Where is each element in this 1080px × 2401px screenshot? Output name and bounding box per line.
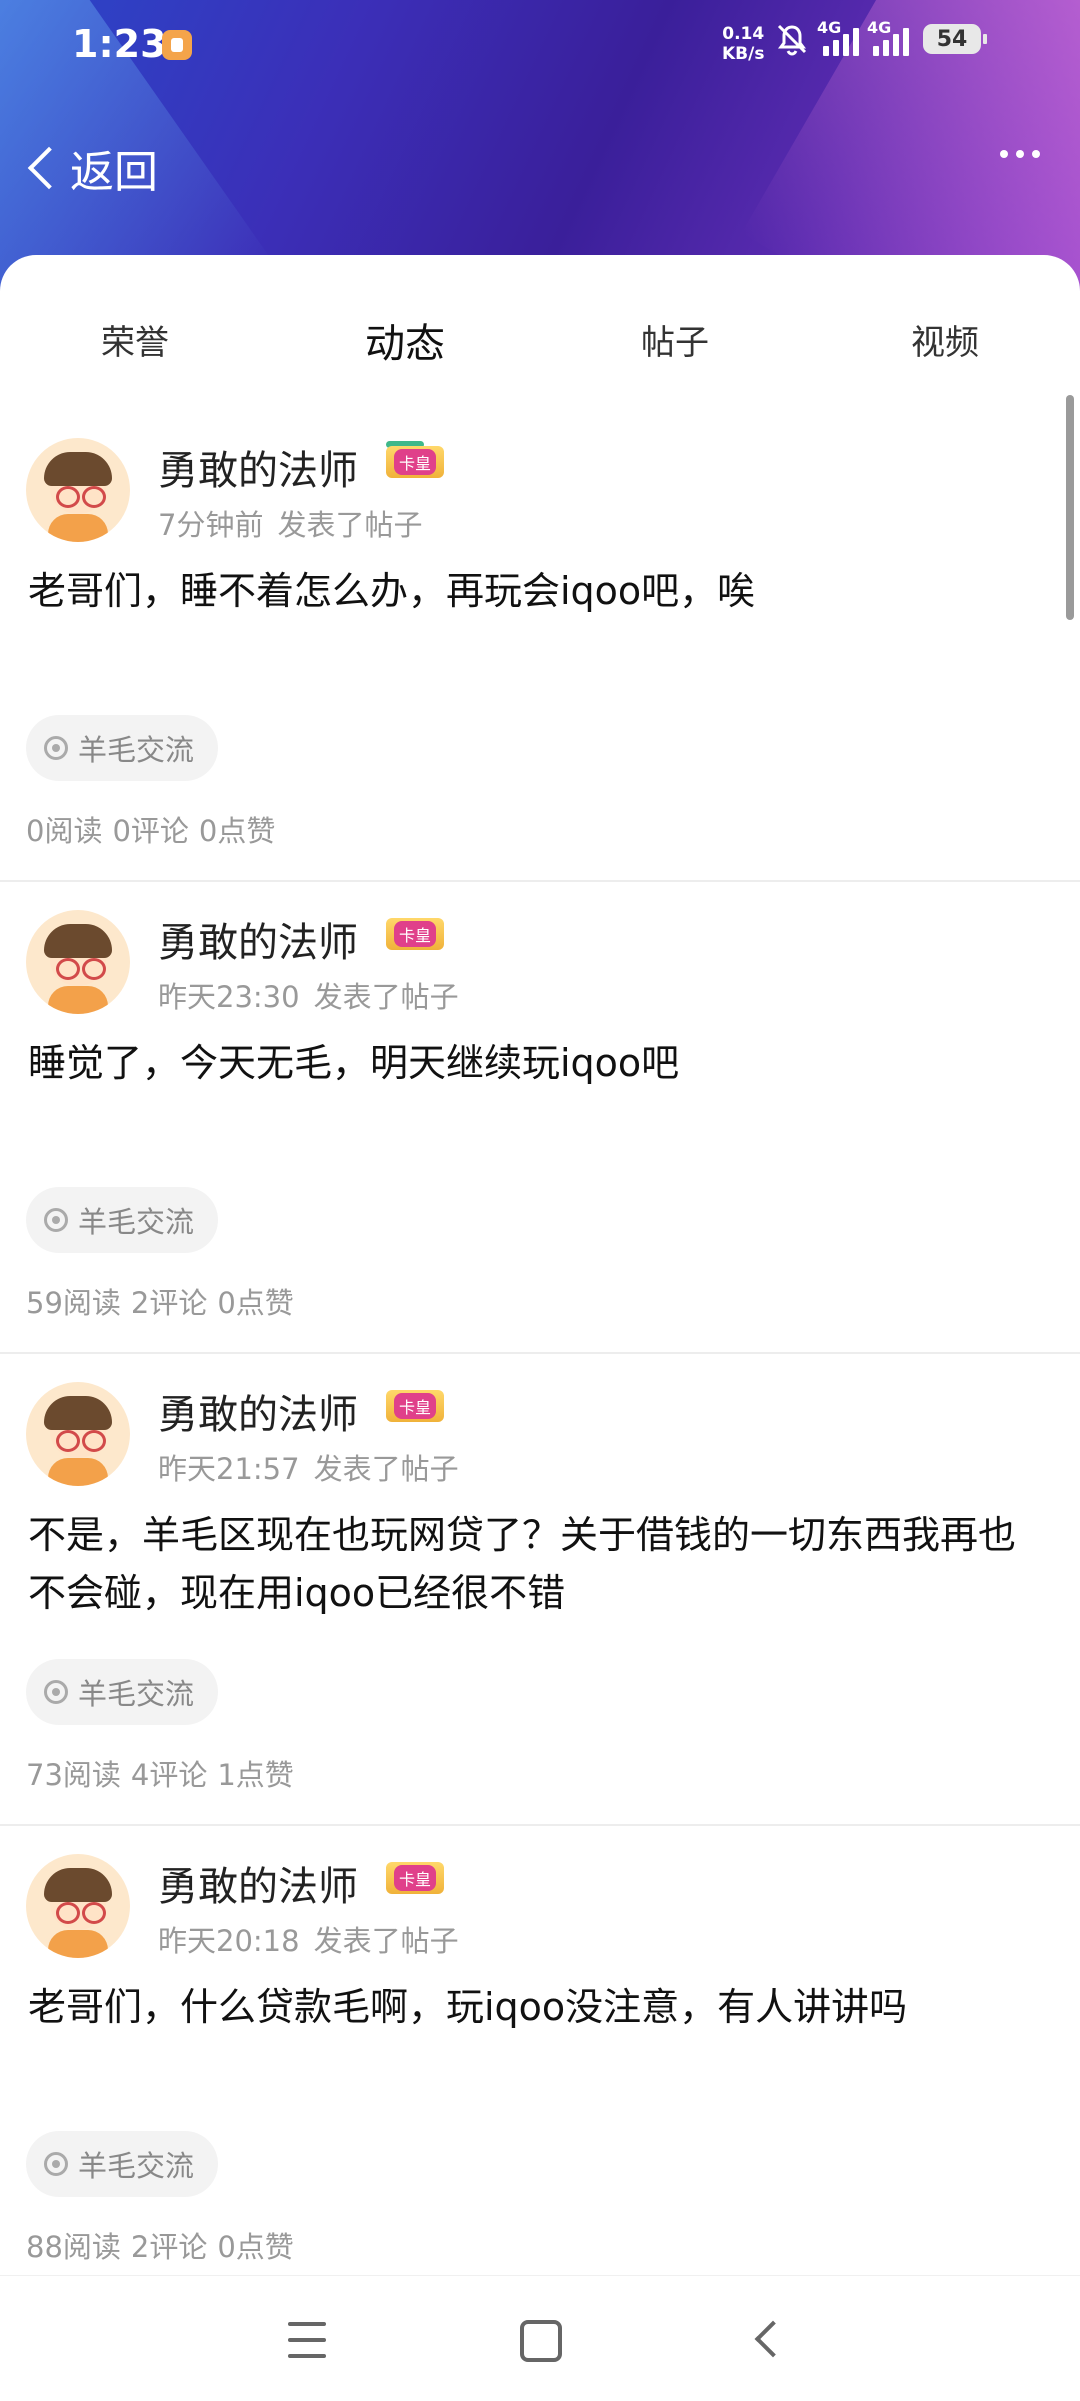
like-count: 0点赞 [198,814,276,848]
back-label: 返回 [70,147,158,198]
post-time: 7分钟前 [158,508,264,542]
level-badge: 卡皇 [386,1862,444,1894]
author-name[interactable]: 勇敢的法师 [158,438,358,496]
post-stats: 88阅读 2评论 0点赞 [26,2224,304,2266]
feed-post[interactable]: 勇敢的法师 卡皇 昨天20:18 发表了帖子 老哥们，什么贷款毛啊，玩iqoo没注… [0,1826,1080,2296]
tag-target-icon [44,1680,68,1704]
post-action: 发表了帖子 [277,508,423,542]
topic-tag[interactable]: 羊毛交流 [26,1659,219,1725]
post-meta: 7分钟前 发表了帖子 [158,502,422,544]
feed-post[interactable]: 勇敢的法师 卡皇 7分钟前 发表了帖子 老哥们，睡不着怎么办，再玩会iqoo吧，唉… [0,410,1080,882]
post-content[interactable]: 睡觉了，今天无毛，明天继续玩iqoo吧 [28,1034,1048,1092]
back-chevron-icon [27,146,71,190]
comment-count: 4评论 [130,1758,208,1792]
level-badge: 卡皇 [386,446,444,478]
topic-tag-label: 羊毛交流 [78,1677,195,1711]
post-meta: 昨天20:18 发表了帖子 [158,1918,459,1960]
read-count: 73阅读 [26,1758,121,1792]
topic-tag-label: 羊毛交流 [78,733,195,767]
network-speed-unit: KB/s [722,44,765,64]
topic-tag[interactable]: 羊毛交流 [26,715,219,781]
author-name[interactable]: 勇敢的法师 [158,1854,358,1912]
tag-target-icon [44,1208,68,1232]
like-count: 0点赞 [217,1286,294,1320]
signal-type-label: 4G [817,18,842,37]
post-stats: 73阅读 4评论 1点赞 [26,1752,304,1794]
post-meta: 昨天21:57 发表了帖子 [158,1446,459,1488]
read-count: 59阅读 [26,1286,121,1320]
comment-count: 2评论 [130,2230,208,2264]
topic-tag[interactable]: 羊毛交流 [26,1187,219,1253]
level-badge: 卡皇 [386,1390,444,1422]
read-count: 88阅读 [26,2230,121,2264]
tab-bar: 荣誉 动态 帖子 视频 [0,315,1080,448]
post-action: 发表了帖子 [313,1924,459,1958]
like-count: 1点赞 [217,1758,294,1792]
status-bar: 1:23 0.14 KB/s 4G 4G 54 [0,0,1080,90]
scrollbar[interactable] [1066,395,1074,620]
tag-target-icon [44,2152,68,2176]
more-dots-icon[interactable] [1000,150,1040,158]
app-notification-icon [162,30,192,60]
avatar[interactable] [26,1382,130,1486]
avatar[interactable] [26,910,130,1014]
author-name[interactable]: 勇敢的法师 [158,910,358,968]
status-time: 1:23 [72,22,167,66]
post-stats: 0阅读 0评论 0点赞 [26,808,285,850]
network-speed-value: 0.14 [722,24,765,44]
level-badge: 卡皇 [386,918,444,950]
post-content[interactable]: 老哥们，什么贷款毛啊，玩iqoo没注意，有人讲讲吗 [28,1978,1048,2036]
post-stats: 59阅读 2评论 0点赞 [26,1280,304,1322]
comment-count: 2评论 [130,1286,208,1320]
feed-post[interactable]: 勇敢的法师 卡皇 昨天21:57 发表了帖子 不是，羊毛区现在也玩网贷了？关于借钱… [0,1354,1080,1826]
level-badge-label: 卡皇 [393,1865,436,1891]
tab-videos[interactable]: 视频 [911,315,979,364]
tab-posts[interactable]: 帖子 [641,315,709,364]
topic-tag-label: 羊毛交流 [78,2149,195,2183]
signal-icon: 4G [817,18,859,56]
comment-count: 0评论 [112,814,189,848]
back-button[interactable]: 返回 [24,138,158,198]
network-speed: 0.14 KB/s [722,24,764,64]
nav-home-icon[interactable] [520,2320,562,2362]
tag-target-icon [44,736,68,760]
tab-activity[interactable]: 动态 [365,311,445,369]
post-time: 昨天23:30 [158,980,300,1014]
system-nav-bar [0,2275,1080,2401]
feed-post[interactable]: 勇敢的法师 卡皇 昨天23:30 发表了帖子 睡觉了，今天无毛，明天继续玩iqoo… [0,882,1080,1354]
read-count: 0阅读 [26,814,103,848]
post-action: 发表了帖子 [313,1452,459,1486]
post-content[interactable]: 不是，羊毛区现在也玩网贷了？关于借钱的一切东西我再也不会碰，现在用iqoo已经很… [28,1506,1048,1622]
topic-tag-label: 羊毛交流 [78,1205,195,1239]
level-badge-label: 卡皇 [393,449,436,475]
post-time: 昨天20:18 [158,1924,300,1958]
post-time: 昨天21:57 [158,1452,300,1486]
content-sheet: 荣誉 动态 帖子 视频 勇敢的法师 卡皇 7分钟前 发表了帖子 老哥们，睡不着怎么… [0,255,1080,2400]
level-badge-label: 卡皇 [393,921,436,947]
activity-feed: 勇敢的法师 卡皇 7分钟前 发表了帖子 老哥们，睡不着怎么办，再玩会iqoo吧，唉… [0,410,1080,2296]
nav-back-icon[interactable] [754,2320,792,2358]
avatar[interactable] [26,1854,130,1958]
post-action: 发表了帖子 [313,980,459,1014]
avatar[interactable] [26,438,130,542]
post-content[interactable]: 老哥们，睡不着怎么办，再玩会iqoo吧，唉 [28,562,1048,620]
post-meta: 昨天23:30 发表了帖子 [158,974,459,1016]
level-badge-label: 卡皇 [393,1393,436,1419]
nav-menu-icon[interactable] [288,2322,334,2358]
bell-off-icon [777,24,807,56]
tab-honor[interactable]: 荣誉 [101,315,169,364]
signal-type-label: 4G [867,18,892,37]
battery-icon: 54 [923,24,987,54]
author-name[interactable]: 勇敢的法师 [158,1382,358,1440]
signal-icon: 4G [867,18,909,56]
topic-tag[interactable]: 羊毛交流 [26,2131,219,2197]
like-count: 0点赞 [217,2230,294,2264]
